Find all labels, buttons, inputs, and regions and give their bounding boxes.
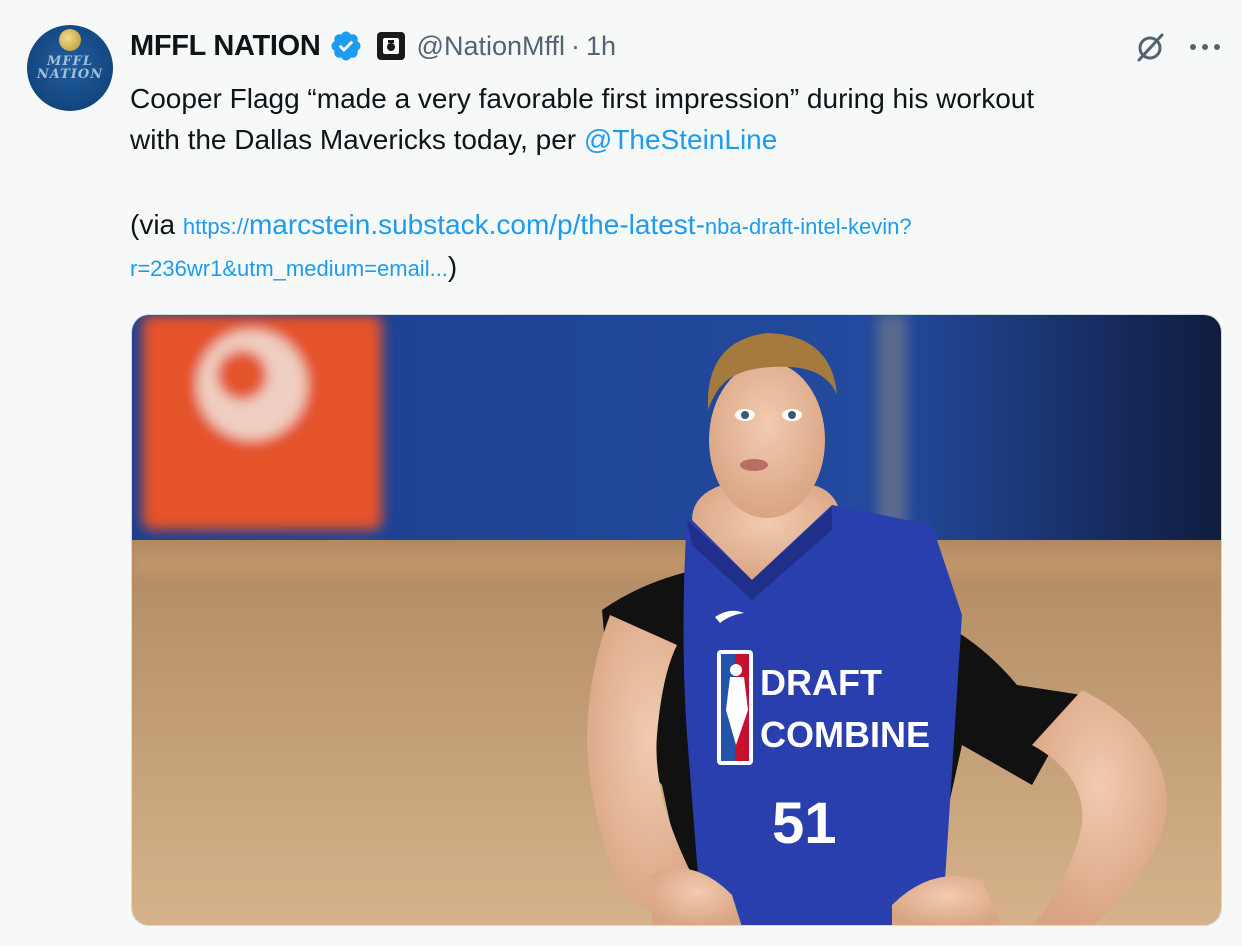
- mention-link[interactable]: @TheSteinLine: [584, 124, 777, 155]
- affiliate-badge-icon[interactable]: [376, 32, 405, 60]
- article-link-part1[interactable]: marcstein.substack.com/p/the-latest-: [249, 209, 705, 240]
- jersey-number: 51: [772, 791, 837, 856]
- verified-badge-icon[interactable]: [329, 29, 363, 63]
- article-link-part2[interactable]: nba-draft-intel-kevin?: [705, 214, 912, 239]
- jersey-text-combine: COMBINE: [760, 714, 930, 755]
- article-link[interactable]: https://marcstein.substack.com/p/the-lat…: [183, 209, 912, 240]
- tweet-text: Cooper Flagg “made a very favorable firs…: [130, 78, 1210, 289]
- tweet-media-image[interactable]: DRAFT COMBINE 51: [131, 314, 1222, 926]
- tweet-text-line1: Cooper Flagg “made a very favorable firs…: [130, 83, 1035, 114]
- avatar-medal-icon: [59, 29, 81, 51]
- grok-icon[interactable]: [1133, 30, 1167, 64]
- media-photo: DRAFT COMBINE 51: [132, 315, 1221, 925]
- separator-dot: ·: [571, 30, 581, 61]
- article-link-line2[interactable]: r=236wr1&utm_medium=email...: [130, 256, 448, 281]
- display-name[interactable]: MFFL NATION: [130, 30, 321, 63]
- jersey-text-draft: DRAFT: [760, 662, 882, 703]
- tweet-text-line2-prefix: with the Dallas Mavericks today, per: [130, 124, 584, 155]
- article-link-protocol[interactable]: https://: [183, 214, 249, 239]
- tweet-header: MFFL NATION @NationMffl · 1h: [130, 26, 616, 66]
- via-line1: (via https://marcstein.substack.com/p/th…: [130, 204, 1210, 247]
- tweet-text-line2: with the Dallas Mavericks today, per @Th…: [130, 119, 1210, 160]
- avatar-text: MFFL NATION: [36, 54, 104, 82]
- via-prefix: (via: [130, 209, 183, 240]
- timestamp[interactable]: 1h: [586, 31, 616, 62]
- more-options-icon[interactable]: [1187, 30, 1223, 64]
- avatar[interactable]: MFFL NATION: [27, 25, 113, 111]
- via-suffix: ): [447, 251, 458, 282]
- user-handle[interactable]: @NationMffl: [417, 31, 565, 62]
- via-line2: r=236wr1&utm_medium=email...): [130, 247, 1210, 289]
